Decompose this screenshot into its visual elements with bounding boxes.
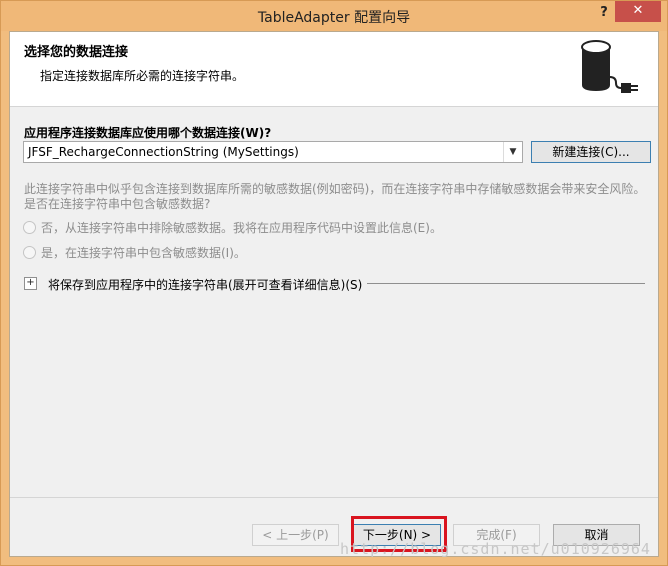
- expander-divider: [367, 283, 645, 284]
- database-plug-icon: [581, 40, 638, 93]
- wizard-window: TableAdapter 配置向导 ? ✕ 选择您的数据连接 指定连接数据库所必…: [0, 0, 668, 566]
- page-subtitle: 指定连接数据库所必需的连接字符串。: [40, 69, 245, 83]
- radio-button-icon[interactable]: [23, 246, 36, 259]
- radio-exclude-label: 否，从连接字符串中排除敏感数据。我将在应用程序代码中设置此信息(E)。: [41, 221, 442, 235]
- connection-question-label: 应用程序连接数据库应使用哪个数据连接(W)?: [24, 126, 272, 140]
- sensitive-data-message: 此连接字符串中似乎包含连接到数据库所需的敏感数据(例如密码)，而在连接字符串中存…: [24, 182, 650, 212]
- page-title: 选择您的数据连接: [24, 45, 129, 60]
- help-button[interactable]: ?: [595, 3, 613, 23]
- window-title: TableAdapter 配置向导: [257, 10, 411, 26]
- watermark-text: http://blog.csdn.net/u010926964: [340, 540, 651, 558]
- wizard-client-area: 选择您的数据连接 指定连接数据库所必需的连接字符串。 应用程序连接数据库应使用哪…: [9, 31, 659, 558]
- connection-select[interactable]: JFSF_RechargeConnectionString (MySetting…: [23, 141, 523, 163]
- footer-divider: [10, 497, 658, 498]
- radio-button-icon[interactable]: [23, 221, 36, 234]
- connection-select-value: JFSF_RechargeConnectionString (MySetting…: [28, 145, 299, 159]
- previous-button[interactable]: < 上一步(P): [252, 524, 339, 546]
- new-connection-button[interactable]: 新建连接(C)...: [531, 141, 651, 163]
- title-bar[interactable]: TableAdapter 配置向导 ? ✕: [1, 1, 667, 31]
- sensitive-message-line2: 是否在连接字符串中包含敏感数据?: [24, 197, 211, 211]
- wizard-header: 选择您的数据连接 指定连接数据库所必需的连接字符串。: [10, 32, 658, 107]
- radio-include-sensitive[interactable]: 是，在连接字符串中包含敏感数据(I)。: [23, 244, 246, 261]
- expand-toggle-icon[interactable]: +: [24, 277, 37, 290]
- chevron-down-icon[interactable]: ▼: [503, 142, 522, 162]
- connection-string-expander-label[interactable]: 将保存到应用程序中的连接字符串(展开可查看详细信息)(S): [48, 276, 362, 293]
- close-button[interactable]: ✕: [615, 1, 661, 22]
- radio-include-label: 是，在连接字符串中包含敏感数据(I)。: [41, 246, 246, 260]
- sensitive-message-line1: 此连接字符串中似乎包含连接到数据库所需的敏感数据(例如密码)，而在连接字符串中存…: [24, 182, 646, 196]
- radio-exclude-sensitive[interactable]: 否，从连接字符串中排除敏感数据。我将在应用程序代码中设置此信息(E)。: [23, 219, 442, 236]
